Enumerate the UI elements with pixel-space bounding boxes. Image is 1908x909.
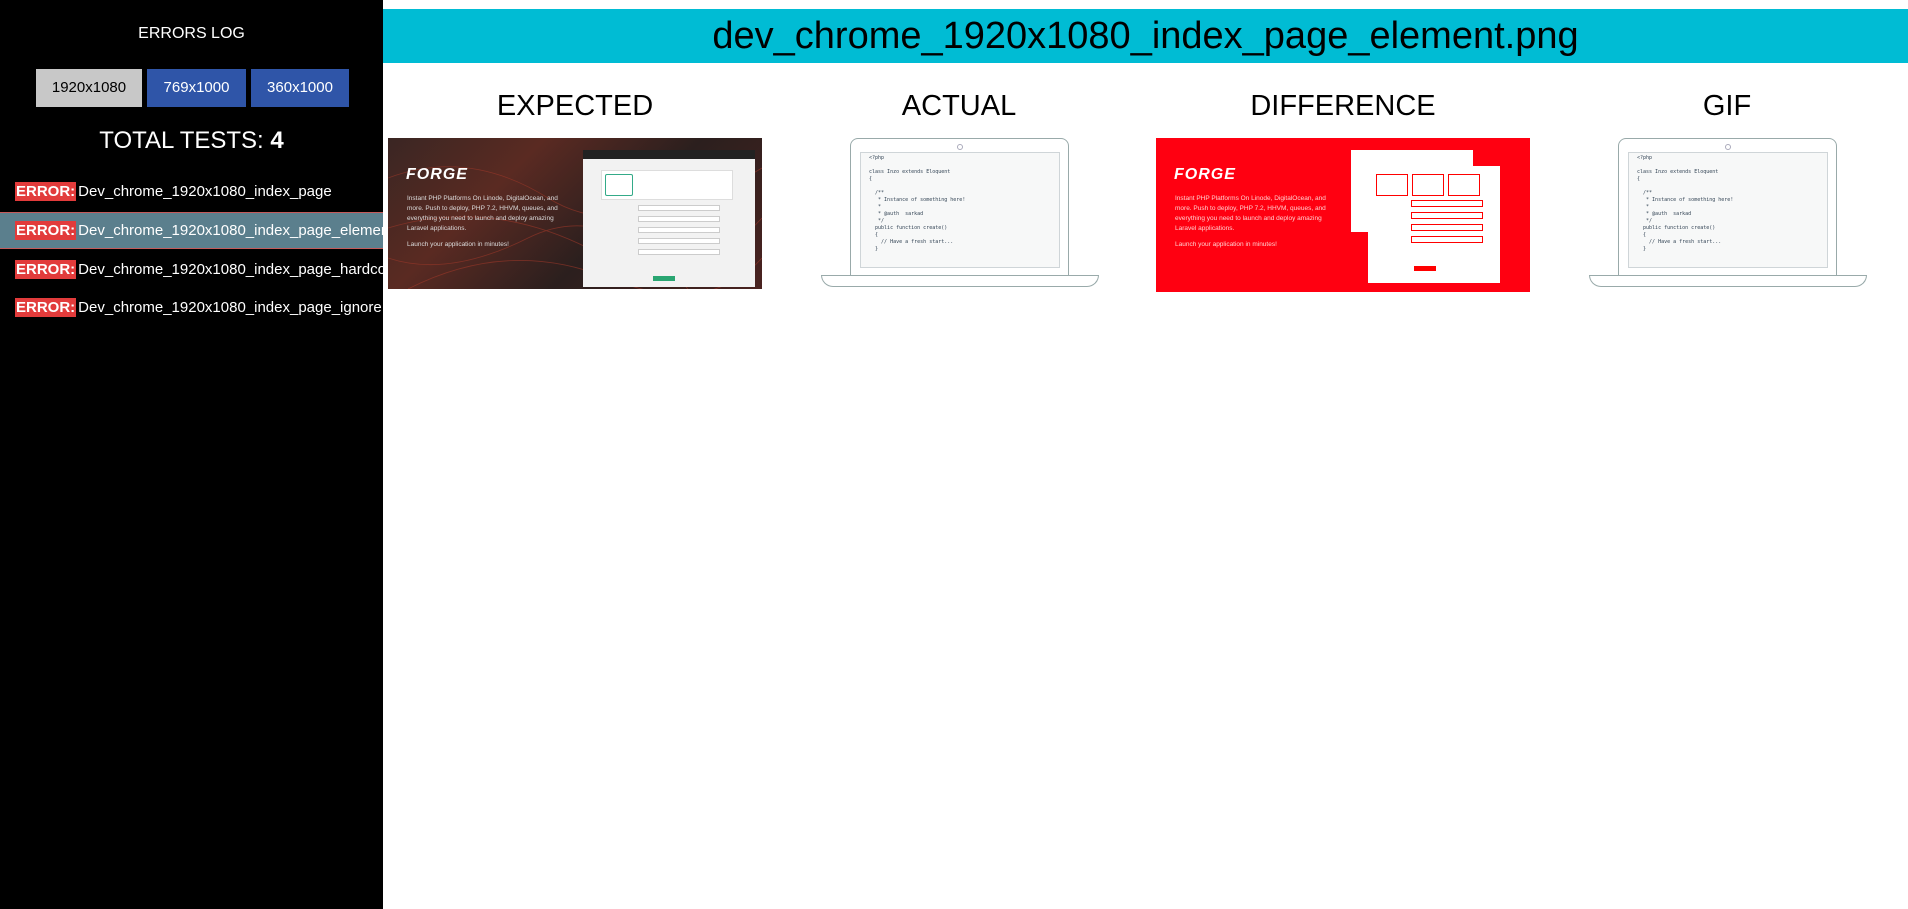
difference-description: Instant PHP Platforms On Linode, Digital… [1175, 194, 1335, 250]
error-badge: ERROR: [15, 182, 77, 201]
form-field [638, 249, 720, 255]
laptop-base [821, 275, 1099, 287]
create-server-button [653, 276, 675, 281]
expected-description: Instant PHP Platforms On Linode, Digital… [407, 194, 567, 250]
column-title-gif: GIF [1702, 90, 1752, 122]
form-field [638, 205, 720, 211]
error-badge: ERROR: [15, 221, 77, 240]
test-name: Dev_chrome_1920x1080_index_page [78, 183, 332, 200]
error-badge: ERROR: [15, 260, 77, 279]
column-title-actual: ACTUAL [901, 90, 1017, 122]
errors-log-sidebar: ERRORS LOG 1920x1080 769x1000 360x1000 T… [0, 0, 383, 909]
laptop-screen: <?php class Inzo extends Eloquent { /** … [1618, 138, 1837, 277]
form-field [638, 216, 720, 222]
test-name: Dev_chrome_1920x1080_index_page_hardcode… [78, 261, 383, 278]
provider-option [704, 174, 730, 194]
difference-cta-text: Launch your application in minutes! [1175, 241, 1277, 248]
camera-icon [957, 144, 963, 150]
difference-region [1412, 174, 1444, 196]
column-title-expected: EXPECTED [496, 90, 654, 122]
actual-image[interactable]: <?php class Inzo extends Eloquent { /** … [821, 138, 1099, 292]
test-name: Dev_chrome_1920x1080_index_page_ignore [78, 299, 382, 316]
resolution-button-769x1000[interactable]: 769x1000 [147, 69, 246, 107]
difference-region [1448, 174, 1480, 196]
forge-logo: FORGE [406, 166, 468, 183]
provider-selector [601, 170, 733, 200]
test-name: Dev_chrome_1920x1080_index_page_element [78, 222, 383, 239]
resolution-selector: 1920x1080 769x1000 360x1000 [36, 69, 349, 107]
difference-region [1411, 236, 1483, 243]
provider-option [638, 174, 664, 194]
laptop-display: <?php class Inzo extends Eloquent { /** … [1628, 152, 1828, 268]
code-sample: <?php class Inzo extends Eloquent { /** … [869, 155, 966, 252]
code-sample: <?php class Inzo extends Eloquent { /** … [1637, 155, 1734, 252]
difference-region [1411, 212, 1483, 219]
laptop-base [1589, 275, 1867, 287]
gif-image[interactable]: <?php class Inzo extends Eloquent { /** … [1589, 138, 1867, 292]
total-tests-count: 4 [270, 127, 284, 154]
difference-region [1411, 224, 1483, 231]
difference-image[interactable]: FORGE Instant PHP Platforms On Linode, D… [1156, 138, 1530, 292]
camera-icon [1725, 144, 1731, 150]
forge-logo: FORGE [1174, 166, 1236, 183]
test-item[interactable]: ERROR: Dev_chrome_1920x1080_index_page_ig… [0, 290, 383, 325]
test-item-selected[interactable]: ERROR: Dev_chrome_1920x1080_index_page_el… [0, 212, 383, 249]
expected-nav-bar [583, 150, 755, 159]
expected-image[interactable]: FORGE Instant PHP Platforms On Linode, D… [388, 138, 762, 289]
column-title-difference: DIFFERENCE [1250, 90, 1436, 122]
error-badge: ERROR: [15, 298, 77, 317]
laptop-display: <?php class Inzo extends Eloquent { /** … [860, 152, 1060, 268]
difference-region [1376, 174, 1408, 196]
laptop-screen: <?php class Inzo extends Eloquent { /** … [850, 138, 1069, 277]
form-field [638, 227, 720, 233]
resolution-button-360x1000[interactable]: 360x1000 [251, 69, 349, 107]
provider-option [671, 174, 697, 194]
test-item[interactable]: ERROR: Dev_chrome_1920x1080_index_page [0, 174, 383, 209]
expected-form-panel [583, 150, 755, 287]
expected-cta-text: Launch your application in minutes! [407, 241, 509, 248]
difference-region [1414, 266, 1436, 271]
form-field [638, 238, 720, 244]
test-item[interactable]: ERROR: Dev_chrome_1920x1080_index_page_ha… [0, 252, 383, 287]
total-tests: TOTAL TESTS: 4 [0, 126, 383, 156]
total-tests-label: TOTAL TESTS: [99, 127, 264, 154]
provider-option [605, 174, 633, 196]
expected-description-text: Instant PHP Platforms On Linode, Digital… [407, 195, 558, 232]
difference-region [1411, 200, 1483, 207]
sidebar-title: ERRORS LOG [138, 25, 245, 42]
difference-description-text: Instant PHP Platforms On Linode, Digital… [1175, 195, 1326, 232]
filename-header: dev_chrome_1920x1080_index_page_element.… [383, 9, 1908, 63]
resolution-button-1920x1080[interactable]: 1920x1080 [36, 69, 142, 107]
test-list: ERROR: Dev_chrome_1920x1080_index_page ER… [0, 174, 383, 328]
